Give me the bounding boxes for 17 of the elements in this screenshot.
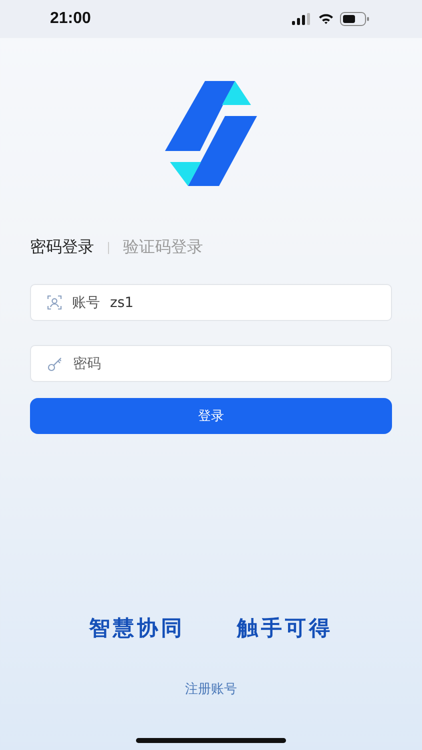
field-label: 账号 bbox=[72, 294, 100, 312]
status-time: 21:00 bbox=[50, 10, 91, 28]
wifi-icon bbox=[318, 13, 334, 25]
slogan-text: 智慧协同 bbox=[89, 615, 185, 642]
user-scan-icon bbox=[47, 295, 62, 310]
slogan-text: 触手可得 bbox=[237, 615, 333, 642]
signal-icon bbox=[292, 13, 312, 25]
key-icon bbox=[47, 356, 63, 372]
register-link[interactable]: 注册账号 bbox=[185, 680, 237, 698]
battery-icon bbox=[340, 12, 370, 26]
login-tab[interactable]: 密码登录 bbox=[30, 237, 94, 258]
login-field[interactable]: 密码 bbox=[30, 345, 392, 382]
input-field[interactable]: 密码 bbox=[73, 356, 391, 372]
login-button[interactable]: 登录 bbox=[30, 398, 392, 434]
input-field[interactable]: zs1 bbox=[110, 294, 391, 310]
logo-icon bbox=[165, 81, 257, 187]
login-field[interactable]: 账号 zs1 bbox=[30, 284, 392, 321]
